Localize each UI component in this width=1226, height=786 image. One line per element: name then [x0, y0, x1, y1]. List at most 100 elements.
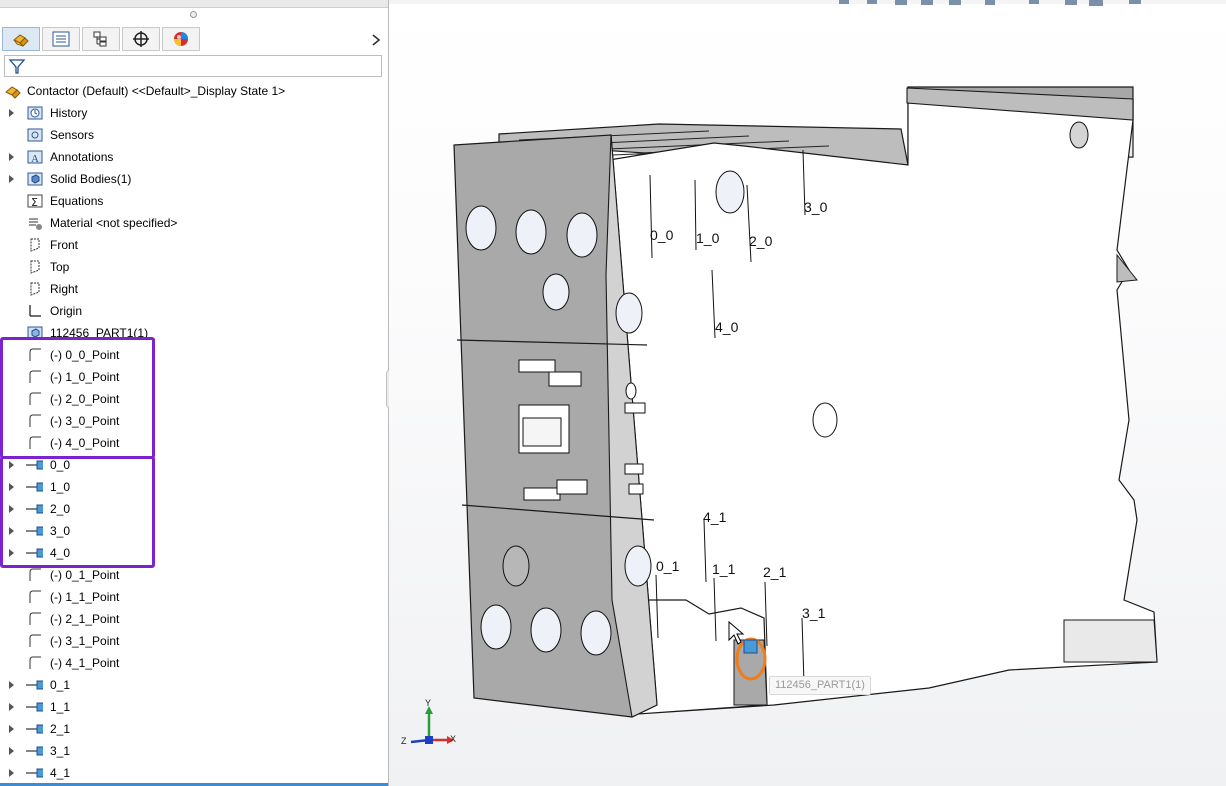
tree-item-label: 1_1	[50, 700, 71, 714]
tree-item-3-1-point[interactable]: (-) 3_1_Point	[0, 630, 388, 652]
expand-arrow-icon[interactable]	[7, 504, 17, 514]
history-folder-icon	[26, 104, 44, 122]
tree-item-4-1[interactable]: 4_1	[0, 762, 388, 784]
tree-item-label: (-) 1_0_Point	[50, 370, 120, 384]
expand-arrow-icon[interactable]	[7, 482, 17, 492]
expand-arrow-icon[interactable]	[7, 460, 17, 470]
tab-scroll-right-button[interactable]	[368, 30, 384, 50]
property-manager-tab[interactable]	[42, 27, 80, 51]
tree-item-3-1[interactable]: 3_1	[0, 740, 388, 762]
tree-item-origin[interactable]: Origin	[0, 300, 388, 322]
heads-up-toolbar[interactable]	[839, 0, 1141, 6]
tree-item-label: 0_0	[50, 458, 71, 472]
tree-item-solid-bodies-1[interactable]: Solid Bodies(1)	[0, 168, 388, 190]
feature-icon	[25, 698, 43, 716]
tree-item-sensors[interactable]: Sensors	[0, 124, 388, 146]
tree-item-label: 112456_PART1(1)	[50, 326, 149, 340]
tree-item-1-0-point[interactable]: (-) 1_0_Point	[0, 366, 388, 388]
panel-top-strip	[0, 0, 388, 8]
sketch-icon	[26, 368, 44, 386]
callout-3_1: 3_1	[802, 605, 826, 621]
tree-item-0-0[interactable]: 0_0	[0, 454, 388, 476]
tree-item-4-0-point[interactable]: (-) 4_0_Point	[0, 432, 388, 454]
tree-item-1-0[interactable]: 1_0	[0, 476, 388, 498]
right-edge-tab	[1116, 253, 1138, 283]
display-manager-tab[interactable]	[162, 27, 200, 51]
tree-item-top[interactable]: Top	[0, 256, 388, 278]
expand-arrow-icon[interactable]	[7, 702, 17, 712]
root-part-label: Contactor (Default) <<Default>_Display S…	[27, 84, 286, 98]
tree-item-4-0[interactable]: 4_0	[0, 542, 388, 564]
expand-arrow-icon[interactable]	[7, 724, 17, 734]
callout-1_1: 1_1	[712, 561, 736, 577]
sketch-icon	[26, 346, 44, 364]
tree-item-right[interactable]: Right	[0, 278, 388, 300]
tree-item-label: Top	[50, 260, 70, 274]
selected-point-marker[interactable]	[743, 639, 758, 654]
tree-root-part[interactable]: Contactor (Default) <<Default>_Display S…	[0, 80, 388, 102]
tree-item-0-0-point[interactable]: (-) 0_0_Point	[0, 344, 388, 366]
tree-item-annotations[interactable]: A Annotations	[0, 146, 388, 168]
tree-item-3-0-point[interactable]: (-) 3_0_Point	[0, 410, 388, 432]
expand-arrow-icon[interactable]	[7, 746, 17, 756]
tree-item-2-0[interactable]: 2_0	[0, 498, 388, 520]
tree-item-label: (-) 1_1_Point	[50, 590, 120, 604]
dimxpert-manager-tab[interactable]	[122, 27, 160, 51]
panel-grip[interactable]	[190, 11, 197, 18]
tree-item-label: Origin	[50, 304, 83, 318]
callout-2_0: 2_0	[749, 233, 773, 249]
tree-item-2-0-point[interactable]: (-) 2_0_Point	[0, 388, 388, 410]
feature-manager-icon	[13, 34, 29, 47]
expand-arrow-icon[interactable]	[7, 768, 17, 778]
callout-4_0: 4_0	[715, 319, 739, 335]
expand-arrow-icon[interactable]	[7, 152, 17, 162]
tree-item-label: Front	[50, 238, 79, 252]
expand-arrow-icon[interactable]	[7, 548, 17, 558]
tree-item-112456-part1-1[interactable]: 112456_PART1(1)	[0, 322, 388, 344]
plane-icon	[26, 236, 44, 254]
sketch-icon	[26, 654, 44, 672]
tree-item-0-1-point[interactable]: (-) 0_1_Point	[0, 564, 388, 586]
expand-arrow-icon[interactable]	[7, 680, 17, 690]
feature-manager-tab[interactable]	[2, 27, 40, 51]
tree-item-label: (-) 3_0_Point	[50, 414, 120, 428]
imported-part-icon	[26, 324, 44, 342]
triad-y-label: Y	[425, 698, 432, 708]
tree-item-0-1[interactable]: 0_1	[0, 674, 388, 696]
feature-icon	[25, 544, 43, 562]
tree-item-label: 3_0	[50, 524, 71, 538]
tree-item-equations[interactable]: Σ Equations	[0, 190, 388, 212]
plane-icon	[26, 258, 44, 276]
expand-arrow-icon[interactable]	[7, 174, 17, 184]
sketch-icon	[26, 610, 44, 628]
tree-item-material-not-specified[interactable]: Material <not specified>	[0, 212, 388, 234]
tree-item-3-0[interactable]: 3_0	[0, 520, 388, 542]
feature-tree-filter[interactable]	[4, 55, 382, 77]
chevron-right-icon	[372, 34, 381, 46]
tree-item-front[interactable]: Front	[0, 234, 388, 256]
graphics-area[interactable]: 0_0 1_0 2_0 3_0 4_0 0_1 1_1 2_1 3_1 4_1 …	[389, 0, 1226, 786]
tree-item-label: (-) 4_0_Point	[50, 436, 120, 450]
tree-item-label: (-) 2_1_Point	[50, 612, 120, 626]
expand-arrow-icon[interactable]	[7, 108, 17, 118]
annotations-icon: A	[26, 148, 44, 166]
tree-item-label: (-) 0_1_Point	[50, 568, 120, 582]
plane-icon	[26, 280, 44, 298]
appearance-ball-icon	[174, 32, 188, 46]
tree-item-history[interactable]: History	[0, 102, 388, 124]
tree-item-4-1-point[interactable]: (-) 4_1_Point	[0, 652, 388, 674]
configuration-manager-tab[interactable]	[82, 27, 120, 51]
callout-3_0: 3_0	[804, 199, 828, 215]
svg-text:A: A	[31, 153, 39, 165]
tree-item-1-1[interactable]: 1_1	[0, 696, 388, 718]
feature-manager-panel: Contactor (Default) <<Default>_Display S…	[0, 0, 389, 786]
tree-item-2-1-point[interactable]: (-) 2_1_Point	[0, 608, 388, 630]
feature-icon	[25, 764, 43, 782]
expand-arrow-icon[interactable]	[7, 526, 17, 536]
tree-item-1-1-point[interactable]: (-) 1_1_Point	[0, 586, 388, 608]
sketch-icon	[26, 632, 44, 650]
contactor-model[interactable]: 0_0 1_0 2_0 3_0 4_0 0_1 1_1 2_1 3_1 4_1	[389, 0, 1226, 786]
tree-item-2-1[interactable]: 2_1	[0, 718, 388, 740]
tree-item-label: (-) 0_0_Point	[50, 348, 120, 362]
sketch-icon	[26, 412, 44, 430]
